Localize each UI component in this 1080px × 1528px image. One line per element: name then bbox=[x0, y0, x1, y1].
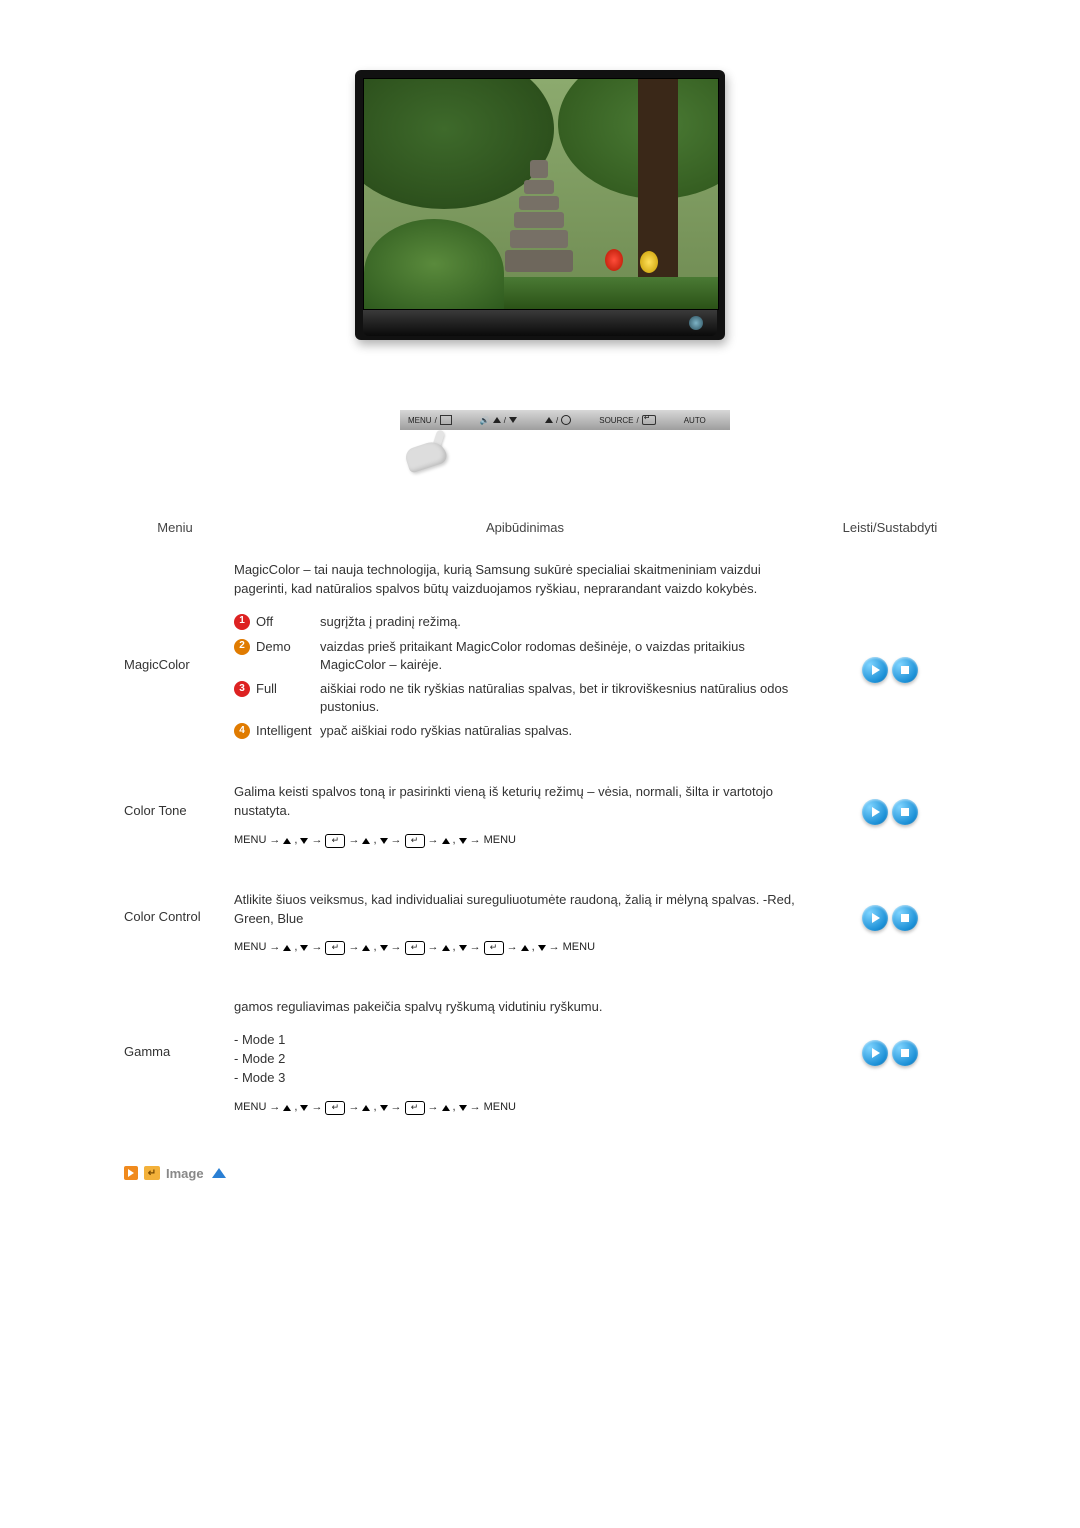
volume-icon: 🔊 bbox=[480, 416, 490, 425]
power-button-graphic bbox=[689, 316, 703, 330]
play-button[interactable] bbox=[862, 1040, 888, 1066]
colorcontrol-label: Color Control bbox=[120, 891, 234, 924]
option-intelligent-name: Intelligent bbox=[256, 722, 320, 741]
colortone-menu-path: MENU → , → → , → → , → MENU bbox=[234, 833, 810, 849]
stop-button[interactable] bbox=[892, 657, 918, 683]
option-demo-name: Demo bbox=[256, 638, 320, 674]
option-full-name: Full bbox=[256, 680, 320, 716]
magiccolor-intro: MagicColor – tai nauja technologija, kur… bbox=[234, 561, 810, 599]
magiccolor-label: MagicColor bbox=[120, 561, 234, 672]
play-icon bbox=[124, 1166, 138, 1180]
option-full-text: aiškiai rodo ne tik ryškias natūralias s… bbox=[320, 680, 810, 716]
option-off-text: sugrįžta į pradinį režimą. bbox=[320, 613, 810, 632]
monitor-illustration bbox=[120, 70, 960, 360]
option-demo-text: vaizdas prieš pritaikant MagicColor rodo… bbox=[320, 638, 810, 674]
play-button[interactable] bbox=[862, 657, 888, 683]
header-menu: Meniu bbox=[120, 520, 230, 535]
colortone-label: Color Tone bbox=[120, 783, 234, 818]
colorcontrol-text: Atlikite šiuos veiksmus, kad individuali… bbox=[234, 891, 810, 929]
option-off-name: Off bbox=[256, 613, 320, 632]
bar-source-label: SOURCE bbox=[599, 416, 633, 425]
option-badge-4: 4 bbox=[234, 723, 250, 739]
monitor-screen-image bbox=[363, 78, 719, 310]
gamma-mode-1: - Mode 1 bbox=[234, 1031, 810, 1050]
gamma-label: Gamma bbox=[120, 998, 234, 1059]
gamma-intro: gamos reguliavimas pakeičia spalvų ryšku… bbox=[234, 998, 810, 1017]
enter-icon bbox=[642, 415, 656, 425]
bar-auto-label: AUTO bbox=[684, 416, 706, 425]
option-intelligent-text: ypač aiškiai rodo ryškias natūralias spa… bbox=[320, 722, 810, 741]
option-badge-3: 3 bbox=[234, 681, 250, 697]
section-image-header[interactable]: Image bbox=[120, 1166, 960, 1181]
option-badge-2: 2 bbox=[234, 639, 250, 655]
up-icon bbox=[545, 417, 553, 423]
section-title: Image bbox=[166, 1166, 204, 1181]
colortone-text: Galima keisti spalvos toną ir pasirinkti… bbox=[234, 783, 810, 821]
stop-button[interactable] bbox=[892, 905, 918, 931]
up-icon bbox=[493, 417, 501, 423]
table-header: Meniu Apibūdinimas Leisti/Sustabdyti bbox=[120, 520, 960, 535]
monitor-button-bar: MENU / 🔊 / / SOURCE / AUTO bbox=[400, 410, 730, 430]
down-icon bbox=[509, 417, 517, 423]
play-button[interactable] bbox=[862, 905, 888, 931]
play-button[interactable] bbox=[862, 799, 888, 825]
colorcontrol-menu-path: MENU → , → → , → → , → → , → MENU bbox=[234, 940, 810, 956]
enter-icon bbox=[144, 1166, 160, 1180]
header-desc: Apibūdinimas bbox=[230, 520, 820, 535]
header-play: Leisti/Sustabdyti bbox=[820, 520, 960, 535]
option-badge-1: 1 bbox=[234, 614, 250, 630]
stop-button[interactable] bbox=[892, 799, 918, 825]
gamma-menu-path: MENU → , → → , → → , → MENU bbox=[234, 1100, 810, 1116]
gamma-mode-3: - Mode 3 bbox=[234, 1069, 810, 1088]
bar-menu-label: MENU bbox=[408, 416, 432, 425]
stop-button[interactable] bbox=[892, 1040, 918, 1066]
brightness-icon bbox=[561, 415, 571, 425]
gamma-mode-2: - Mode 2 bbox=[234, 1050, 810, 1069]
hand-illustration bbox=[400, 432, 452, 472]
collapse-up-icon bbox=[212, 1168, 226, 1178]
menu-icon bbox=[440, 415, 452, 425]
